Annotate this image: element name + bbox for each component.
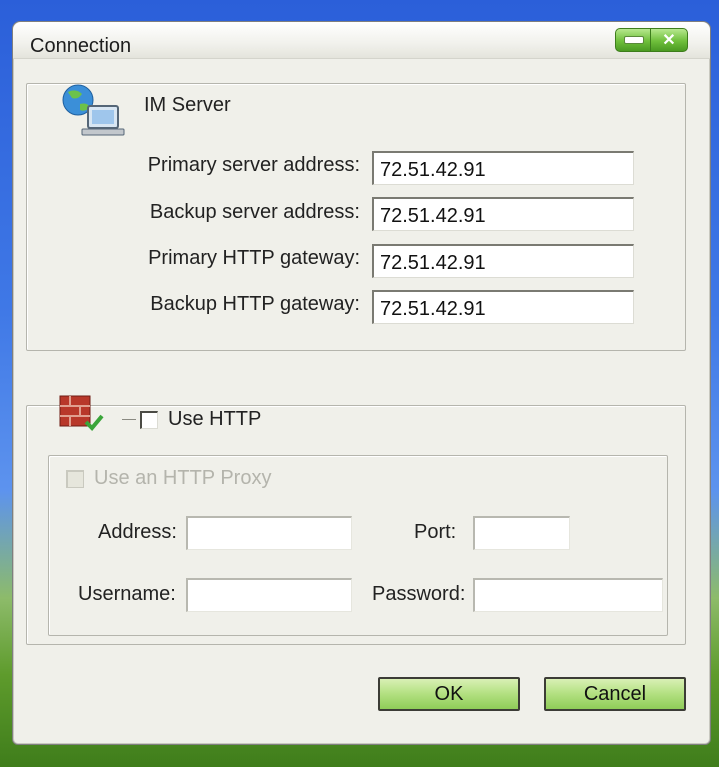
use-http-checkbox[interactable] [140,410,158,429]
title-bar[interactable]: Connection ✕ [13,22,710,59]
use-http-option[interactable]: Use HTTP [118,408,266,431]
close-button[interactable]: ✕ [650,28,688,52]
use-http-label: Use HTTP [168,408,262,430]
cancel-button[interactable]: Cancel [544,677,686,711]
use-proxy-label: Use an HTTP Proxy [94,467,272,489]
network-computer-icon [62,84,125,136]
primary-gateway-label: Primary HTTP gateway: [148,247,360,269]
use-proxy-option[interactable]: Use an HTTP Proxy [60,467,278,490]
window-title: Connection [30,35,132,57]
backup-server-label: Backup server address: [149,201,360,223]
primary-gateway-input[interactable]: 72.51.42.91 [372,244,634,278]
address-label: Address: [98,521,177,543]
primary-server-input[interactable]: 72.51.42.91 [372,151,634,185]
username-label: Username: [78,583,176,605]
password-input[interactable] [473,578,663,612]
minimize-button[interactable] [615,28,653,52]
close-icon: ✕ [662,32,676,49]
primary-server-label: Primary server address: [147,154,360,176]
im-server-label: IM Server [140,94,235,117]
address-input[interactable] [186,516,352,550]
password-label: Password: [372,583,466,605]
backup-server-input[interactable]: 72.51.42.91 [372,197,634,231]
use-proxy-checkbox[interactable] [66,469,84,488]
minimize-icon [624,36,644,44]
username-input[interactable] [186,578,352,612]
port-input[interactable] [473,516,570,550]
firewall-icon [59,395,104,431]
backup-gateway-label: Backup HTTP gateway: [150,293,360,315]
groupbox-dash [122,419,136,420]
ok-button[interactable]: OK [378,677,520,711]
backup-gateway-input[interactable]: 72.51.42.91 [372,290,634,324]
port-label: Port: [414,521,457,543]
